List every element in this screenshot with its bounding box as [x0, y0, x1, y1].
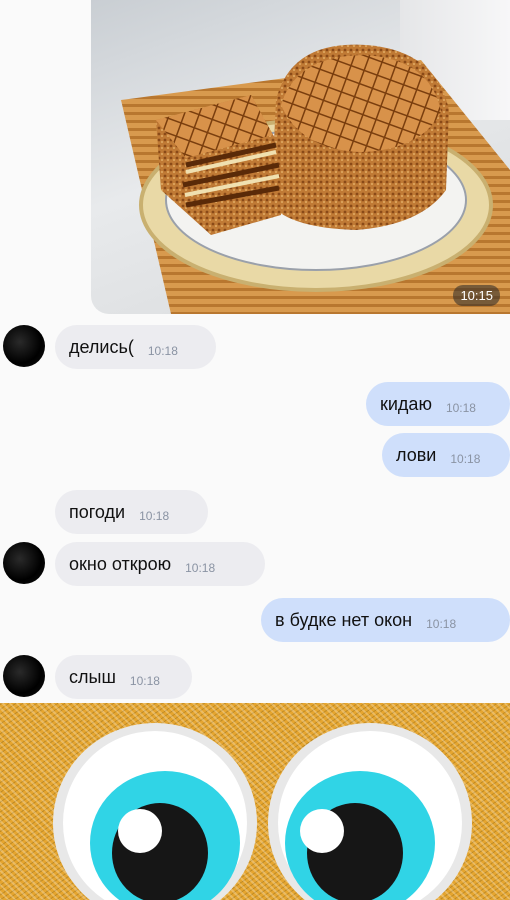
- message-bubble-incoming[interactable]: погоди 10:18: [55, 490, 208, 534]
- message-text: погоди: [69, 501, 126, 522]
- message-text: окно открою: [69, 553, 172, 574]
- message-bubble-incoming[interactable]: окно открою 10:18: [55, 542, 265, 586]
- message-bubble-outgoing[interactable]: лови 10:18: [382, 433, 510, 477]
- message-text: слыш: [69, 666, 116, 687]
- message-text: кидаю: [380, 393, 432, 414]
- avatar[interactable]: [3, 655, 45, 697]
- chat-thread: 10:15 делись( 10:18 кидаю 10:18 лови 10:…: [0, 0, 510, 703]
- avatar[interactable]: [3, 542, 45, 584]
- avatar[interactable]: [3, 325, 45, 367]
- message-text: делись(: [69, 336, 134, 357]
- message-time: 10:18: [129, 674, 160, 688]
- staring-eyes-image: [0, 703, 510, 900]
- message-bubble-outgoing[interactable]: в будке нет окон 10:18: [261, 598, 510, 642]
- message-time: 10:18: [426, 617, 457, 631]
- message-bubble-outgoing[interactable]: кидаю 10:18: [366, 382, 510, 426]
- message-bubble-incoming[interactable]: слыш 10:18: [55, 655, 192, 699]
- message-time: 10:18: [445, 401, 476, 415]
- message-text: в будке нет окон: [275, 609, 413, 630]
- message-bubble-incoming[interactable]: делись( 10:18: [55, 325, 216, 369]
- cake-photo-message[interactable]: 10:15: [91, 0, 510, 314]
- photo-timestamp: 10:15: [453, 285, 500, 306]
- message-text: лови: [396, 444, 437, 465]
- message-time: 10:18: [147, 344, 178, 358]
- message-time: 10:18: [450, 452, 481, 466]
- cake-image: [121, 44, 510, 314]
- cartoon-eyes-icon: [53, 723, 472, 900]
- message-time: 10:18: [185, 561, 216, 575]
- message-time: 10:18: [139, 509, 170, 523]
